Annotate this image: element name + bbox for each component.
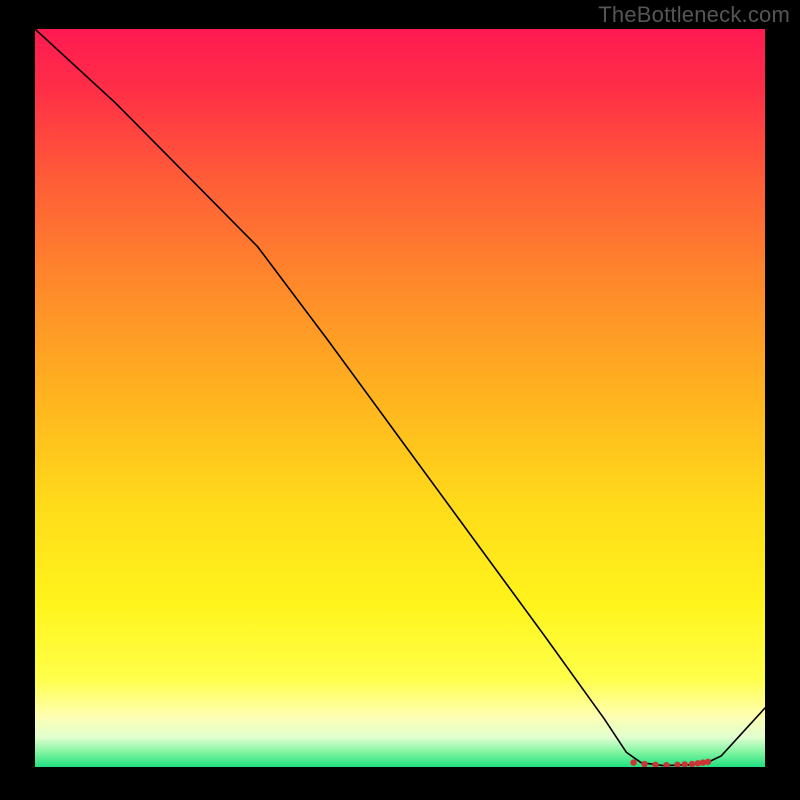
marker-point — [689, 761, 695, 767]
marker-point — [630, 759, 636, 765]
attribution-label: TheBottleneck.com — [598, 2, 790, 28]
plot-background — [35, 29, 765, 767]
chart-container: TheBottleneck.com — [0, 0, 800, 800]
plot-area — [35, 29, 765, 767]
marker-point — [705, 759, 711, 765]
marker-point — [641, 761, 647, 767]
chart-svg — [35, 29, 765, 767]
